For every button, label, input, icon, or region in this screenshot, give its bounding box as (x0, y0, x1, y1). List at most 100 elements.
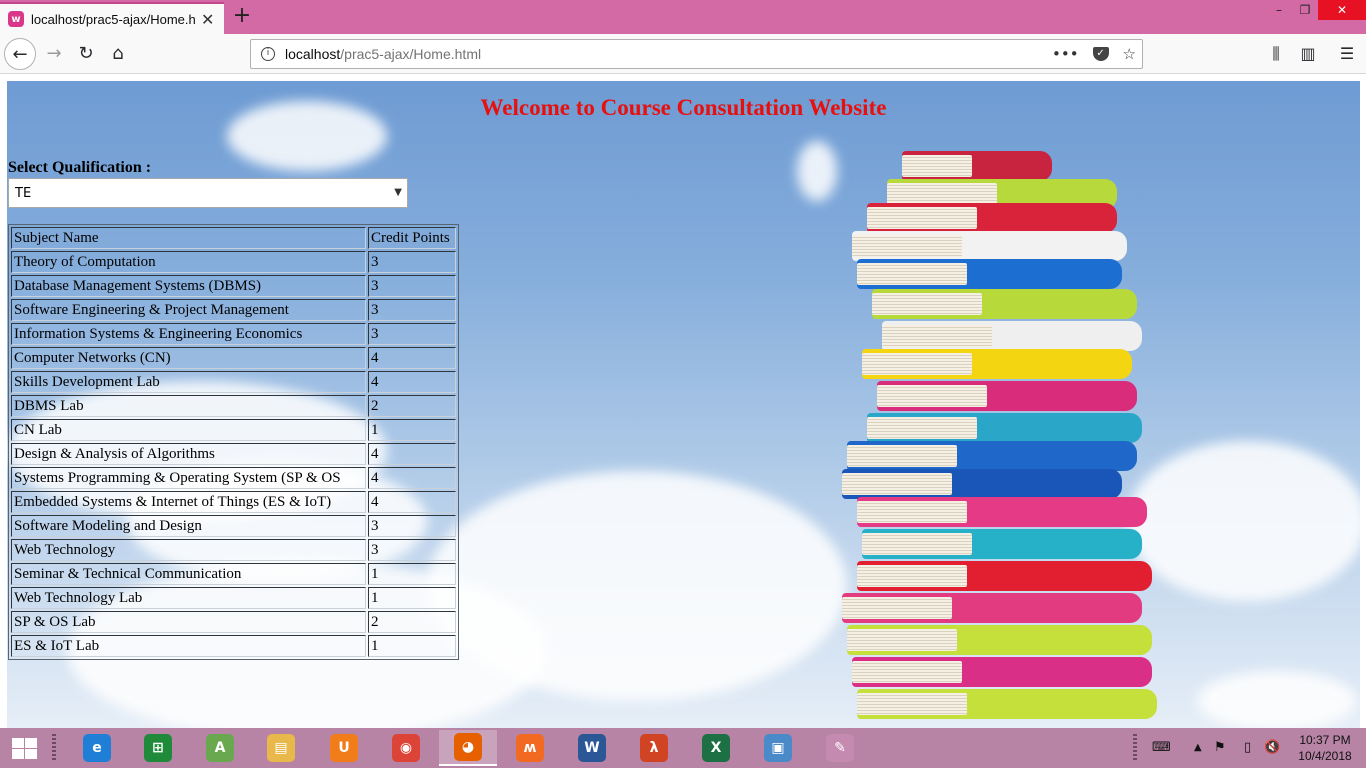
taskbar-app-button[interactable]: ʍ (501, 730, 559, 766)
table-row: CN Lab 1 (11, 419, 456, 441)
credit-points-cell: 3 (368, 275, 456, 297)
bookmark-star-icon[interactable]: ☆ (1123, 45, 1136, 63)
close-window-button[interactable]: ✕ (1318, 0, 1366, 20)
table-row: Design & Analysis of Algorithms 4 (11, 443, 456, 465)
subject-name-cell: Systems Programming & Operating System (… (11, 467, 366, 489)
header-subject-name: Subject Name (11, 227, 366, 249)
taskbar-app-button[interactable]: ◉ (377, 730, 435, 766)
table-row: Systems Programming & Operating System (… (11, 467, 456, 489)
url-actions: ••• ✓ ☆ (1052, 40, 1136, 68)
subject-name-cell: SP & OS Lab (11, 611, 366, 633)
maximize-button[interactable]: ❐ (1292, 0, 1318, 20)
start-windows-icon[interactable] (10, 736, 38, 760)
battery-icon[interactable]: ▯ (1244, 734, 1251, 762)
taskbar-app-button[interactable]: ✎ (811, 730, 869, 766)
show-hidden-icons-icon[interactable]: ▲ (1194, 734, 1202, 762)
browser-titlebar: w localhost/prac5-ajax/Home.htm ✕ + – ❐ … (0, 0, 1366, 34)
acrobat-icon: λ (640, 734, 668, 762)
books-stack-image (827, 141, 1167, 728)
credit-points-cell: 4 (368, 371, 456, 393)
taskbar-app-button[interactable]: A (191, 730, 249, 766)
taskbar-app-button[interactable]: ◕ (439, 730, 497, 766)
page-title: Welcome to Course Consultation Website (480, 95, 887, 120)
chrome-icon: ◉ (392, 734, 420, 762)
tab-title: localhost/prac5-ajax/Home.htm (31, 11, 195, 27)
qualification-label: Select Qualification : (8, 159, 152, 176)
paint-icon: ✎ (826, 734, 854, 762)
address-bar[interactable]: i localhost/prac5-ajax/Home.html ••• ✓ ☆ (250, 39, 1143, 69)
volume-muted-icon[interactable]: 🔇 (1264, 734, 1280, 762)
taskbar-app-button[interactable]: X (687, 730, 745, 766)
keyboard-icon[interactable]: ⌨ (1152, 734, 1171, 762)
clock-date: 10/4/2018 (1298, 749, 1352, 763)
internet-explorer-icon: e (83, 734, 111, 762)
subject-name-cell: Database Management Systems (DBMS) (11, 275, 366, 297)
page-actions-icon[interactable]: ••• (1052, 45, 1079, 63)
subject-name-cell: CN Lab (11, 419, 366, 441)
header-credit-points: Credit Points (368, 227, 456, 249)
excel-icon: X (702, 734, 730, 762)
taskbar-app-button[interactable]: ⊞ (129, 730, 187, 766)
table-row: Seminar & Technical Communication 1 (11, 563, 456, 585)
subject-name-cell: Software Engineering & Project Managemen… (11, 299, 366, 321)
sidebar-toggle-icon[interactable]: ▥ (1293, 38, 1323, 70)
menu-hamburger-icon[interactable]: ☰ (1332, 38, 1362, 70)
table-row: Information Systems & Engineering Econom… (11, 323, 456, 345)
table-row: Web Technology 3 (11, 539, 456, 561)
subject-name-cell: Web Technology (11, 539, 366, 561)
app-orange-icon: ʍ (516, 734, 544, 762)
word-icon: W (578, 734, 606, 762)
subject-name-cell: Design & Analysis of Algorithms (11, 443, 366, 465)
table-row: Software Engineering & Project Managemen… (11, 299, 456, 321)
clock-time: 10:37 PM (1299, 733, 1351, 747)
uc-browser-icon: U (330, 734, 358, 762)
forward-button[interactable]: → (38, 38, 70, 70)
pocket-icon[interactable]: ✓ (1092, 47, 1109, 61)
credit-points-cell: 4 (368, 347, 456, 369)
qualification-selected-value: TE (15, 185, 32, 201)
windows-taskbar: e ⊞ A ▤ U ◉ ◕ ʍ Wλ X ▣ ✎ ⌨ ▲ ⚑ ▯ 🔇 10:37 PM 10/4/20… (0, 728, 1366, 768)
credit-points-cell: 1 (368, 587, 456, 609)
credit-points-cell: 2 (368, 611, 456, 633)
taskbar-app-button[interactable]: e (68, 730, 126, 766)
credit-points-cell: 1 (368, 419, 456, 441)
taskbar-app-button[interactable]: W (563, 730, 621, 766)
close-tab-icon[interactable]: ✕ (201, 10, 214, 29)
table-header-row: Subject Name Credit Points (11, 227, 456, 249)
taskbar-app-button[interactable]: ▣ (749, 730, 807, 766)
photos-icon: ▣ (764, 734, 792, 762)
table-row: ES & IoT Lab 1 (11, 635, 456, 657)
firefox-icon: ◕ (454, 733, 482, 761)
subject-name-cell: Computer Networks (CN) (11, 347, 366, 369)
taskbar-clock[interactable]: 10:37 PM 10/4/2018 (1292, 732, 1358, 764)
credit-points-cell: 1 (368, 563, 456, 585)
qualification-select[interactable]: TE ▼ (8, 178, 408, 208)
subject-name-cell: Theory of Computation (11, 251, 366, 273)
home-button[interactable]: ⌂ (102, 38, 134, 70)
file-explorer-icon: ▤ (267, 734, 295, 762)
back-button[interactable]: ← (4, 38, 36, 70)
credit-points-cell: 3 (368, 323, 456, 345)
taskbar-app-button[interactable]: U (315, 730, 373, 766)
site-info-icon[interactable]: i (261, 47, 275, 61)
action-center-flag-icon[interactable]: ⚑ (1214, 734, 1226, 762)
table-row: Software Modeling and Design 3 (11, 515, 456, 537)
taskbar-app-button[interactable]: ▤ (252, 730, 310, 766)
store-icon: ⊞ (144, 734, 172, 762)
taskbar-app-button[interactable]: λ (625, 730, 683, 766)
minimize-button[interactable]: – (1266, 0, 1292, 20)
table-row: Web Technology Lab 1 (11, 587, 456, 609)
subject-name-cell: Skills Development Lab (11, 371, 366, 393)
library-icon[interactable]: ⫼ (1261, 38, 1291, 70)
reload-button[interactable]: ↻ (70, 38, 102, 70)
subject-name-cell: ES & IoT Lab (11, 635, 366, 657)
credit-points-cell: 3 (368, 251, 456, 273)
new-tab-button[interactable]: + (230, 4, 254, 28)
subject-name-cell: Web Technology Lab (11, 587, 366, 609)
credit-points-cell: 4 (368, 491, 456, 513)
url-text[interactable]: localhost/prac5-ajax/Home.html (285, 46, 481, 62)
credit-points-cell: 4 (368, 467, 456, 489)
subject-name-cell: DBMS Lab (11, 395, 366, 417)
table-row: Skills Development Lab 4 (11, 371, 456, 393)
browser-tab[interactable]: w localhost/prac5-ajax/Home.htm ✕ (0, 2, 224, 34)
